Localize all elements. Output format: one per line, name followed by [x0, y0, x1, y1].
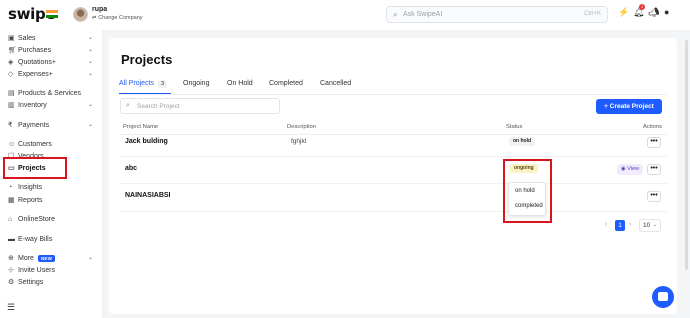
sidebar-item-inventory[interactable]: ▥ Inventory	[8, 100, 47, 110]
page-scrollbar[interactable]	[685, 40, 688, 270]
products-icon: ▤	[8, 90, 15, 97]
view-button[interactable]: ◉ View	[617, 164, 643, 175]
sidebar-item-more[interactable]: ⊕ More NEW	[8, 253, 56, 263]
top-bar: swipe rupa ⇄ Change Company ⌕ Ask SwipeAI…	[0, 0, 690, 30]
chat-support-button[interactable]	[652, 286, 674, 308]
user-icon[interactable]: ●	[664, 8, 669, 17]
store-icon: ⌂	[8, 215, 13, 223]
page-size-select[interactable]: 10 ⌄	[639, 219, 661, 232]
switch-icon: ⇄	[92, 15, 97, 21]
row-actions-button[interactable]: •••	[647, 191, 661, 202]
new-badge: NEW	[37, 254, 56, 262]
chevron-down-icon[interactable]: ⌄	[88, 101, 93, 108]
sidebar-item-products[interactable]: ▤ Products & Services	[8, 88, 81, 98]
sidebar-item-quotations[interactable]: ◈ Quotations+	[8, 57, 56, 67]
sidebar-item-settings[interactable]: ⚙ Settings	[8, 277, 43, 287]
payments-icon: ₹	[8, 122, 13, 129]
customers-icon: ☺	[8, 140, 16, 148]
tab-completed[interactable]: Completed	[269, 80, 303, 87]
sidebar-item-insights[interactable]: ◔ Insights	[8, 182, 42, 192]
sidebar: ▣ Sales ⌄ 🛒︎ Purchases ⌄ ◈ Quotations+ ⌄ ◇ E…	[0, 30, 103, 318]
tab-on-hold[interactable]: On Hold	[227, 80, 253, 87]
project-name-cell[interactable]: Jack bulding	[125, 138, 168, 145]
projects-highlight-box	[3, 157, 67, 179]
invite-icon: ⊹	[8, 267, 14, 274]
search-icon: ⌕	[393, 10, 398, 19]
sidebar-item-invite-users[interactable]: ⊹ Invite Users	[8, 265, 55, 275]
status-badge[interactable]: on hold	[509, 137, 536, 146]
gear-icon: ⚙	[8, 279, 15, 286]
sidebar-item-customers[interactable]: ☺ Customers	[8, 139, 52, 149]
ai-search-placeholder: Ask SwipeAI	[403, 11, 443, 18]
sidebar-item-sales[interactable]: ▣ Sales	[8, 33, 36, 43]
insights-icon: ◔	[8, 183, 13, 191]
chevron-down-icon[interactable]: ⌄	[88, 46, 93, 53]
tab-ongoing[interactable]: Ongoing	[183, 80, 209, 87]
search-icon: ⌕	[126, 102, 130, 109]
sidebar-item-purchases[interactable]: 🛒︎ Purchases	[8, 45, 51, 55]
column-header-project-name: Project Name	[123, 124, 159, 130]
more-icon: ⊕	[8, 255, 14, 262]
sidebar-item-onlinestore[interactable]: ⌂ OnlineStore	[8, 214, 55, 224]
company-avatar[interactable]	[73, 7, 88, 22]
inventory-icon: ▥	[8, 102, 15, 109]
ai-search-input[interactable]: ⌕ Ask SwipeAI Ctrl+K	[386, 6, 608, 23]
create-project-button[interactable]: + Create Project	[596, 99, 662, 114]
project-name-cell[interactable]: NAINASIABSI	[125, 192, 171, 199]
status-highlight-box	[503, 159, 552, 223]
project-search-placeholder: Search Project	[137, 103, 180, 110]
india-flag-icon	[46, 10, 58, 18]
truck-icon: ▬	[8, 235, 15, 243]
chevron-down-icon: ⌄	[652, 222, 657, 228]
pagination-prev-button[interactable]: ‹	[605, 221, 607, 228]
projects-card: Projects All Projects 3 Ongoing On Hold C…	[109, 38, 677, 314]
tab-count-badge: 3	[158, 80, 168, 88]
project-name-cell[interactable]: abc	[125, 165, 137, 172]
tab-cancelled[interactable]: Cancelled	[320, 80, 351, 87]
sidebar-item-eway-bills[interactable]: ▬ E-way Bills	[8, 234, 52, 244]
quotations-icon: ◈	[8, 59, 14, 66]
pagination-current-page[interactable]: 1	[615, 220, 625, 231]
page-title: Projects	[121, 52, 173, 67]
chevron-down-icon[interactable]: ⌄	[88, 58, 93, 65]
tabs-divider	[119, 94, 667, 95]
row-actions-button[interactable]: •••	[647, 137, 661, 148]
column-header-status: Status	[506, 124, 523, 130]
chevron-down-icon[interactable]: ⌄	[88, 121, 93, 128]
megaphone-icon[interactable]: 📣︎	[648, 8, 659, 17]
row-divider	[119, 183, 667, 184]
row-divider	[119, 211, 667, 212]
table-header-divider	[119, 134, 667, 135]
change-company-link[interactable]: ⇄ Change Company	[92, 15, 143, 21]
main-content: Projects All Projects 3 Ongoing On Hold C…	[103, 30, 690, 318]
sales-icon: ▣	[8, 35, 15, 42]
company-name[interactable]: rupa	[92, 6, 107, 13]
sidebar-item-reports[interactable]: ▦ Reports	[8, 195, 43, 205]
notification-badge: 1	[639, 4, 645, 10]
chat-icon	[658, 292, 668, 301]
menu-toggle-icon[interactable]: ☰	[7, 302, 15, 313]
chevron-down-icon[interactable]: ⌄	[88, 254, 93, 261]
lightning-icon[interactable]: ⚡	[618, 8, 629, 17]
sidebar-item-payments[interactable]: ₹ Payments	[8, 120, 49, 130]
sidebar-item-expenses[interactable]: ◇ Expenses+	[8, 69, 53, 79]
column-header-actions: Actions	[643, 124, 663, 130]
ai-search-shortcut: Ctrl+K	[584, 11, 601, 17]
column-header-description: Description	[287, 124, 316, 130]
purchases-icon: 🛒︎	[8, 47, 17, 54]
project-description-cell: fghjkl	[291, 138, 307, 145]
reports-icon: ▦	[8, 197, 15, 204]
row-divider	[119, 156, 667, 157]
expenses-icon: ◇	[8, 71, 14, 78]
tab-all-projects[interactable]: All Projects 3	[119, 80, 168, 88]
chevron-down-icon[interactable]: ⌄	[88, 34, 93, 41]
row-actions-button[interactable]: •••	[647, 164, 661, 175]
chevron-down-icon[interactable]: ⌄	[88, 70, 93, 77]
project-search-input[interactable]: ⌕ Search Project	[120, 98, 280, 114]
pagination-next-button[interactable]: ›	[629, 221, 631, 228]
